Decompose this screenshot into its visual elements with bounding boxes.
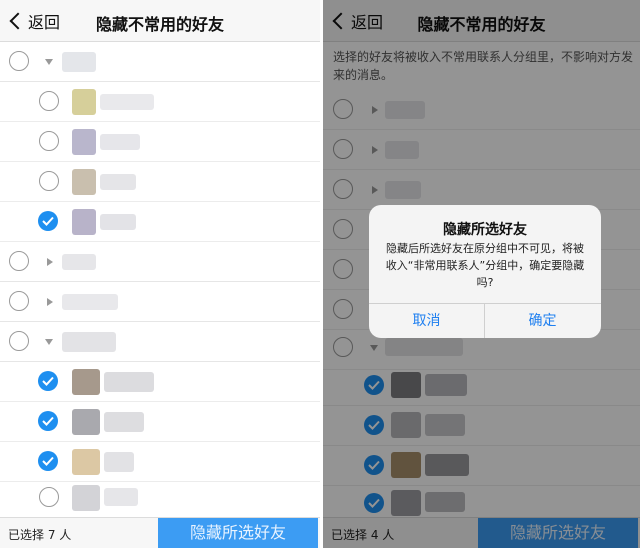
page-title: 隐藏不常用的好友 bbox=[95, 15, 224, 34]
friend-row[interactable] bbox=[0, 362, 320, 402]
friend-checkbox-checked[interactable] bbox=[38, 451, 58, 471]
triangle-down-icon bbox=[45, 59, 53, 65]
friend-name-blurred bbox=[100, 94, 154, 110]
triangle-right-icon bbox=[47, 258, 53, 266]
screenshot-stage: 返回 隐藏不常用的好友 已选择 7 人 隐藏所选好友 返回 隐藏不常用的好友 选… bbox=[0, 0, 640, 548]
friend-checkbox[interactable] bbox=[39, 171, 59, 191]
group-row[interactable] bbox=[0, 322, 320, 362]
friend-name-blurred bbox=[104, 372, 154, 392]
bottom-bar: 已选择 7 人 隐藏所选好友 bbox=[0, 517, 320, 548]
avatar bbox=[72, 369, 100, 395]
friend-checkbox-checked[interactable] bbox=[38, 411, 58, 431]
avatar bbox=[72, 209, 96, 235]
avatar bbox=[72, 89, 96, 115]
avatar bbox=[72, 409, 100, 435]
checkmark-icon bbox=[42, 456, 54, 466]
cancel-button[interactable]: 取消 bbox=[369, 304, 484, 338]
avatar bbox=[72, 129, 96, 155]
group-name-blurred bbox=[62, 332, 116, 352]
group-row[interactable] bbox=[0, 242, 320, 282]
group-name-blurred bbox=[62, 294, 118, 310]
group-name-blurred bbox=[62, 254, 96, 270]
triangle-down-icon bbox=[45, 339, 53, 345]
dialog-title: 隐藏所选好友 bbox=[443, 222, 527, 238]
group-checkbox[interactable] bbox=[9, 251, 29, 271]
group-checkbox[interactable] bbox=[9, 51, 29, 71]
hide-selected-button[interactable]: 隐藏所选好友 bbox=[158, 518, 318, 548]
friend-checkbox[interactable] bbox=[39, 487, 59, 507]
friend-row[interactable] bbox=[0, 482, 320, 522]
friend-name-blurred bbox=[100, 214, 136, 230]
group-checkbox[interactable] bbox=[9, 331, 29, 351]
friend-name-blurred bbox=[100, 174, 136, 190]
friend-checkbox-checked[interactable] bbox=[38, 211, 58, 231]
triangle-right-icon bbox=[47, 298, 53, 306]
avatar bbox=[72, 169, 96, 195]
friend-row[interactable] bbox=[0, 82, 320, 122]
friend-name-blurred bbox=[104, 488, 138, 506]
group-name-blurred bbox=[62, 52, 96, 72]
avatar bbox=[72, 449, 100, 475]
group-checkbox[interactable] bbox=[9, 291, 29, 311]
friend-row[interactable] bbox=[0, 202, 320, 242]
checkmark-icon bbox=[42, 376, 54, 386]
nav-bar: 返回 隐藏不常用的好友 bbox=[0, 0, 320, 42]
friend-name-blurred bbox=[100, 134, 140, 150]
friend-row[interactable] bbox=[0, 402, 320, 442]
group-row[interactable] bbox=[0, 42, 320, 82]
selected-count: 已选择 7 人 bbox=[8, 528, 72, 542]
confirm-dialog: 隐藏所选好友 隐藏后所选好友在原分组中不可见，将被收入“非常用联系人”分组中，确… bbox=[369, 205, 601, 338]
friend-checkbox-checked[interactable] bbox=[38, 371, 58, 391]
dialog-message: 隐藏后所选好友在原分组中不可见，将被收入“非常用联系人”分组中，确定要隐藏吗? bbox=[385, 242, 585, 289]
group-row[interactable] bbox=[0, 282, 320, 322]
friend-row[interactable] bbox=[0, 162, 320, 202]
friend-row[interactable] bbox=[0, 442, 320, 482]
friend-name-blurred bbox=[104, 452, 134, 472]
checkmark-icon bbox=[42, 216, 54, 226]
friend-row[interactable] bbox=[0, 122, 320, 162]
friend-select-screen: 返回 隐藏不常用的好友 已选择 7 人 隐藏所选好友 bbox=[0, 0, 320, 548]
friend-name-blurred bbox=[104, 412, 144, 432]
friend-checkbox[interactable] bbox=[39, 131, 59, 151]
confirm-button[interactable]: 确定 bbox=[485, 304, 600, 338]
hide-confirm-screen: 返回 隐藏不常用的好友 选择的好友将被收入不常用联系人分组里，不影响对方发来的消… bbox=[323, 0, 640, 548]
avatar bbox=[72, 485, 100, 511]
checkmark-icon bbox=[42, 416, 54, 426]
friend-checkbox[interactable] bbox=[39, 91, 59, 111]
